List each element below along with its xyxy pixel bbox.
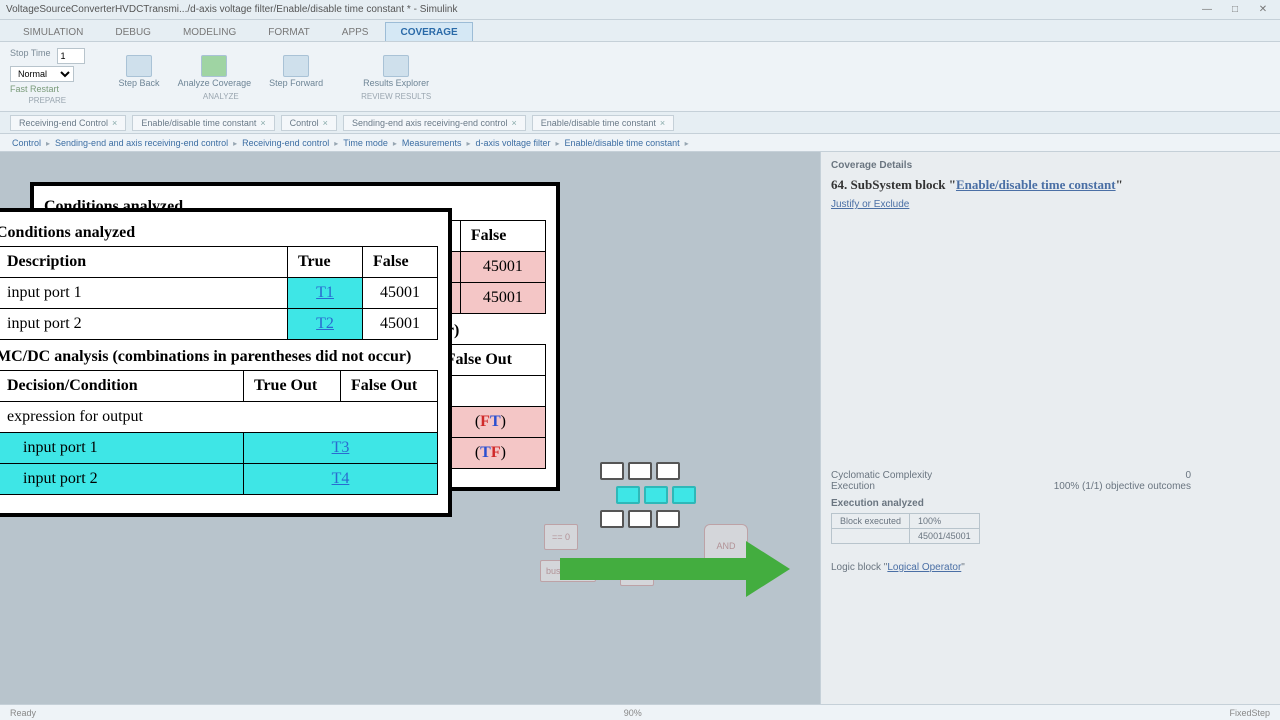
- model-tab-0[interactable]: Receiving-end Control×: [10, 115, 126, 131]
- crumb-3[interactable]: Time mode: [343, 138, 388, 148]
- close-icon[interactable]: ×: [512, 118, 517, 128]
- fast-restart-toggle[interactable]: Fast Restart: [10, 84, 59, 94]
- status-zoom: 90%: [624, 708, 642, 718]
- close-icon[interactable]: ×: [323, 118, 328, 128]
- coverage-details-panel: Coverage Details 64. SubSystem block "En…: [820, 152, 1280, 704]
- crumb-5[interactable]: d-axis voltage filter: [475, 138, 550, 148]
- step-back-icon: [126, 55, 152, 77]
- crumb-2[interactable]: Receiving-end control: [242, 138, 329, 148]
- group-analyze-label: ANALYZE: [113, 92, 330, 101]
- breadcrumb: Control Sending-end and axis receiving-e…: [0, 134, 1280, 152]
- sidepanel-title: Coverage Details: [831, 160, 1270, 171]
- mini-block-cluster: [600, 462, 696, 528]
- arrow-icon: [560, 547, 790, 591]
- analyze-coverage-button[interactable]: Analyze Coverage: [172, 53, 258, 90]
- tab-simulation[interactable]: SIMULATION: [8, 22, 98, 41]
- execution-table: Block executed100% 45001/45001: [831, 513, 980, 544]
- tab-modeling[interactable]: MODELING: [168, 22, 251, 41]
- model-tab-1[interactable]: Enable/disable time constant×: [132, 115, 274, 131]
- window-minimize[interactable]: —: [1196, 4, 1218, 15]
- results-explorer-icon: [383, 55, 409, 77]
- block-link[interactable]: Enable/disable time constant: [956, 177, 1116, 192]
- close-icon[interactable]: ×: [260, 118, 265, 128]
- close-icon[interactable]: ×: [660, 118, 665, 128]
- status-solver: FixedStep: [1229, 708, 1270, 718]
- logic-block-link[interactable]: Logical Operator: [887, 562, 961, 573]
- window-close[interactable]: ✕: [1252, 4, 1274, 15]
- close-icon[interactable]: ×: [112, 118, 117, 128]
- crumb-6[interactable]: Enable/disable time constant: [565, 138, 680, 148]
- model-tab-strip: Receiving-end Control× Enable/disable ti…: [0, 112, 1280, 134]
- tab-debug[interactable]: DEBUG: [100, 22, 166, 41]
- window-title: VoltageSourceConverterHVDCTransmi.../d-a…: [6, 4, 458, 15]
- ribbon: Stop Time Normal Fast Restart PREPARE St…: [0, 42, 1280, 112]
- step-back-button[interactable]: Step Back: [113, 53, 166, 90]
- crumb-0[interactable]: Control: [12, 138, 41, 148]
- status-bar: Ready 90% FixedStep: [0, 704, 1280, 720]
- table-row: Block executed100%: [832, 514, 980, 529]
- crumb-1[interactable]: Sending-end and axis receiving-end contr…: [55, 138, 228, 148]
- crumb-4[interactable]: Measurements: [402, 138, 462, 148]
- window-maximize[interactable]: □: [1224, 4, 1246, 15]
- step-forward-button[interactable]: Step Forward: [263, 53, 329, 90]
- block-heading: 64. SubSystem block "Enable/disable time…: [831, 177, 1270, 193]
- stop-time-input[interactable]: [57, 48, 85, 64]
- justify-link[interactable]: Justify or Exclude: [831, 199, 1270, 210]
- results-explorer-button[interactable]: Results Explorer: [357, 53, 435, 90]
- ribbon-tab-strip: SIMULATION DEBUG MODELING FORMAT APPS CO…: [0, 20, 1280, 42]
- stop-time-label: Stop Time: [10, 48, 51, 64]
- col-false: False: [460, 221, 545, 252]
- metrics-block: Cyclomatic Complexity0 Execution100% (1/…: [831, 470, 1270, 573]
- group-prepare-label: PREPARE: [10, 96, 85, 105]
- model-tab-3[interactable]: Sending-end axis receiving-end control×: [343, 115, 526, 131]
- logic-block-heading: Logic block "Logical Operator": [831, 562, 1270, 573]
- model-tab-4[interactable]: Enable/disable time constant×: [532, 115, 674, 131]
- tab-coverage[interactable]: COVERAGE: [385, 22, 472, 41]
- status-ready: Ready: [10, 708, 36, 718]
- tab-apps[interactable]: APPS: [327, 22, 384, 41]
- analyze-coverage-icon: [201, 55, 227, 77]
- tab-format[interactable]: FORMAT: [253, 22, 324, 41]
- window-titlebar: VoltageSourceConverterHVDCTransmi.../d-a…: [0, 0, 1280, 20]
- group-review-label: REVIEW RESULTS: [357, 92, 435, 101]
- model-tab-2[interactable]: Control×: [281, 115, 337, 131]
- sim-mode-select[interactable]: Normal: [10, 66, 74, 82]
- table-row: 45001/45001: [832, 529, 980, 544]
- step-forward-icon: [283, 55, 309, 77]
